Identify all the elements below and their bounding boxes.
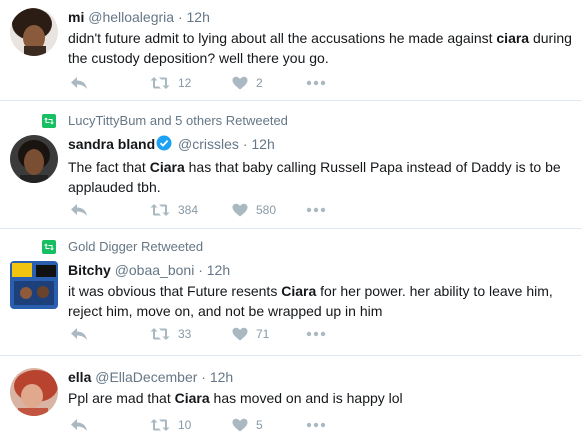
tweet-text: The fact that Ciara has that baby callin… xyxy=(68,157,574,197)
highlighted-keyword: ciara xyxy=(496,30,530,46)
tweet-text-part: has moved on and is happy lol xyxy=(209,390,403,406)
tweet-text-part: didn't future admit to lying about all t… xyxy=(68,30,497,46)
reply-button[interactable] xyxy=(70,418,150,432)
retweet-count: 384 xyxy=(178,203,199,217)
avatar[interactable] xyxy=(10,8,58,56)
retweet-count: 33 xyxy=(178,327,192,341)
separator-dot: · xyxy=(201,369,206,385)
reply-icon xyxy=(71,204,87,216)
separator-dot: · xyxy=(198,262,203,278)
user-handle[interactable]: @obaa_boni xyxy=(115,262,195,278)
user-handle[interactable]: @crissles xyxy=(178,136,239,152)
timestamp[interactable]: 12h xyxy=(210,369,233,385)
heart-icon xyxy=(232,327,248,341)
heart-icon xyxy=(232,203,248,217)
retweet-button[interactable]: 33 xyxy=(150,327,232,341)
more-button[interactable] xyxy=(306,80,326,86)
more-icon xyxy=(306,80,326,86)
reply-icon xyxy=(71,419,87,431)
display-name[interactable]: ella xyxy=(68,369,91,385)
like-button[interactable]: 2 xyxy=(232,76,306,90)
tweet-header: sandra bland @crissles · 12h xyxy=(68,135,574,155)
like-button[interactable]: 5 xyxy=(232,418,306,432)
retweet-icon xyxy=(150,328,170,340)
tweet[interactable]: Gold Digger Retweeted Bitchy @obaa_boni … xyxy=(0,229,582,356)
tweet-actions: 384 580 xyxy=(70,203,326,217)
display-name[interactable]: sandra bland xyxy=(68,136,155,152)
reply-button[interactable] xyxy=(70,203,150,217)
like-button[interactable]: 580 xyxy=(232,203,306,217)
avatar[interactable] xyxy=(10,261,58,309)
highlighted-keyword: Ciara xyxy=(281,283,317,299)
more-button[interactable] xyxy=(306,422,326,428)
retweet-icon xyxy=(150,204,170,216)
retweet-context-text[interactable]: Gold Digger Retweeted xyxy=(68,239,203,254)
reply-button[interactable] xyxy=(70,327,150,341)
retweet-context-text[interactable]: LucyTittyBum and 5 others Retweeted xyxy=(68,113,288,128)
retweet-context: LucyTittyBum and 5 others Retweeted xyxy=(42,113,288,128)
retweet-context-icon xyxy=(42,239,56,254)
like-count: 2 xyxy=(256,76,263,90)
tweet-text: it was obvious that Future resents Ciara… xyxy=(68,281,574,321)
retweet-button[interactable]: 10 xyxy=(150,418,232,432)
tweet-actions: 12 2 xyxy=(70,76,326,90)
user-handle[interactable]: @helloalegria xyxy=(88,9,174,25)
reply-icon xyxy=(71,328,87,340)
tweet[interactable]: mi @helloalegria · 12h didn't future adm… xyxy=(0,0,582,101)
tweet-header: Bitchy @obaa_boni · 12h xyxy=(68,261,574,279)
like-count: 71 xyxy=(256,327,270,341)
timestamp[interactable]: 12h xyxy=(187,9,210,25)
more-button[interactable] xyxy=(306,207,326,213)
retweet-count: 10 xyxy=(178,418,192,432)
verified-badge-icon xyxy=(156,135,172,155)
like-count: 5 xyxy=(256,418,263,432)
display-name[interactable]: Bitchy xyxy=(68,262,111,278)
tweet-text: Ppl are mad that Ciara has moved on and … xyxy=(68,388,574,408)
display-name[interactable]: mi xyxy=(68,9,84,25)
retweet-icon xyxy=(150,419,170,431)
tweet-feed: mi @helloalegria · 12h didn't future adm… xyxy=(0,0,582,438)
like-count: 580 xyxy=(256,203,277,217)
tweet[interactable]: LucyTittyBum and 5 others Retweeted sand… xyxy=(0,101,582,229)
user-handle[interactable]: @EllaDecember xyxy=(95,369,197,385)
tweet-header: ella @EllaDecember · 12h xyxy=(68,368,574,386)
heart-icon xyxy=(232,76,248,90)
tweet-text-part: The fact that xyxy=(68,159,150,175)
separator-dot: · xyxy=(177,9,183,25)
retweet-icon xyxy=(150,77,170,89)
retweet-context: Gold Digger Retweeted xyxy=(42,239,203,254)
more-icon xyxy=(306,207,326,213)
tweet-text: didn't future admit to lying about all t… xyxy=(68,28,574,68)
highlighted-keyword: Ciara xyxy=(174,390,210,406)
more-icon xyxy=(306,422,326,428)
avatar[interactable] xyxy=(10,368,58,416)
reply-icon xyxy=(71,77,87,89)
retweet-button[interactable]: 12 xyxy=(150,76,232,90)
tweet-text-part: Ppl are mad that xyxy=(68,390,175,406)
heart-icon xyxy=(232,418,248,432)
highlighted-keyword: Ciara xyxy=(149,159,185,175)
retweet-context-icon xyxy=(42,113,56,128)
tweet-header: mi @helloalegria · 12h xyxy=(68,8,574,26)
retweet-button[interactable]: 384 xyxy=(150,203,232,217)
timestamp[interactable]: 12h xyxy=(207,262,230,278)
more-icon xyxy=(306,331,326,337)
separator-dot: · xyxy=(242,136,248,152)
tweet[interactable]: ella @EllaDecember · 12h Ppl are mad tha… xyxy=(0,356,582,438)
like-button[interactable]: 71 xyxy=(232,327,306,341)
avatar[interactable] xyxy=(10,135,58,183)
tweet-text-part: it was obvious that Future resents xyxy=(68,283,282,299)
retweet-count: 12 xyxy=(178,76,192,90)
tweet-actions: 33 71 xyxy=(70,327,326,341)
timestamp[interactable]: 12h xyxy=(251,136,274,152)
more-button[interactable] xyxy=(306,331,326,337)
reply-button[interactable] xyxy=(70,76,150,90)
tweet-actions: 10 5 xyxy=(70,418,326,432)
